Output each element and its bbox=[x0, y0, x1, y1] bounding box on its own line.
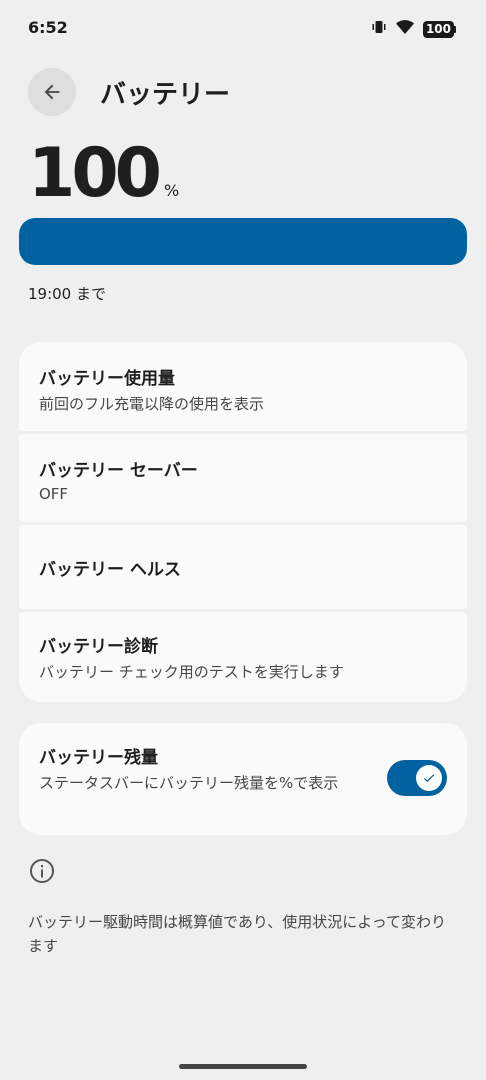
battery-progress-bar bbox=[19, 218, 467, 265]
battery-saver-item[interactable]: バッテリー セーバー OFF bbox=[19, 434, 467, 522]
battery-level-number: 100 bbox=[28, 134, 162, 213]
charge-until-text: 19:00 まで bbox=[28, 285, 106, 303]
back-button[interactable] bbox=[28, 68, 76, 116]
page-title: バッテリー bbox=[100, 79, 231, 110]
status-icons: 100 bbox=[371, 19, 456, 39]
battery-saver-title: バッテリー セーバー bbox=[39, 461, 198, 481]
battery-diagnostics-title: バッテリー診断 bbox=[39, 637, 158, 657]
battery-level: 100 % bbox=[28, 134, 179, 213]
battery-progress-fill bbox=[19, 218, 467, 265]
battery-percentage-item[interactable]: バッテリー残量 ステータスバーにバッテリー残量を%で表示 bbox=[19, 723, 467, 835]
status-bar: 6:52 100 bbox=[0, 0, 486, 58]
vibrate-icon bbox=[371, 19, 387, 39]
battery-diagnostics-subtitle: バッテリー チェック用のテストを実行します bbox=[39, 663, 344, 681]
battery-usage-item[interactable]: バッテリー使用量 前回のフル充電以降の使用を表示 bbox=[19, 342, 467, 431]
navigation-handle[interactable] bbox=[179, 1064, 307, 1069]
info-icon bbox=[29, 858, 55, 884]
battery-saver-status: OFF bbox=[39, 485, 69, 503]
battery-icon: 100 bbox=[422, 20, 456, 38]
status-time: 6:52 bbox=[28, 18, 68, 37]
check-icon bbox=[423, 774, 435, 783]
battery-percentage-subtitle: ステータスバーにバッテリー残量を%で表示 bbox=[39, 774, 339, 792]
header: バッテリー bbox=[28, 68, 230, 116]
arrow-back-icon bbox=[44, 84, 60, 100]
battery-health-item[interactable]: バッテリー ヘルス bbox=[19, 525, 467, 609]
battery-percentage-toggle[interactable] bbox=[387, 760, 447, 796]
toggle-knob bbox=[416, 765, 442, 791]
battery-usage-title: バッテリー使用量 bbox=[39, 369, 175, 389]
battery-health-title: バッテリー ヘルス bbox=[39, 559, 181, 580]
battery-percentage-title: バッテリー残量 bbox=[39, 748, 158, 768]
battery-percent-text: 100 bbox=[422, 20, 454, 38]
battery-usage-subtitle: 前回のフル充電以降の使用を表示 bbox=[39, 395, 265, 413]
wifi-icon bbox=[395, 19, 415, 39]
battery-estimate-note: バッテリー駆動時間は概算値であり、使用状況によって変わります bbox=[28, 913, 447, 955]
battery-level-unit: % bbox=[163, 181, 180, 200]
battery-diagnostics-item[interactable]: バッテリー診断 バッテリー チェック用のテストを実行します bbox=[19, 612, 467, 702]
